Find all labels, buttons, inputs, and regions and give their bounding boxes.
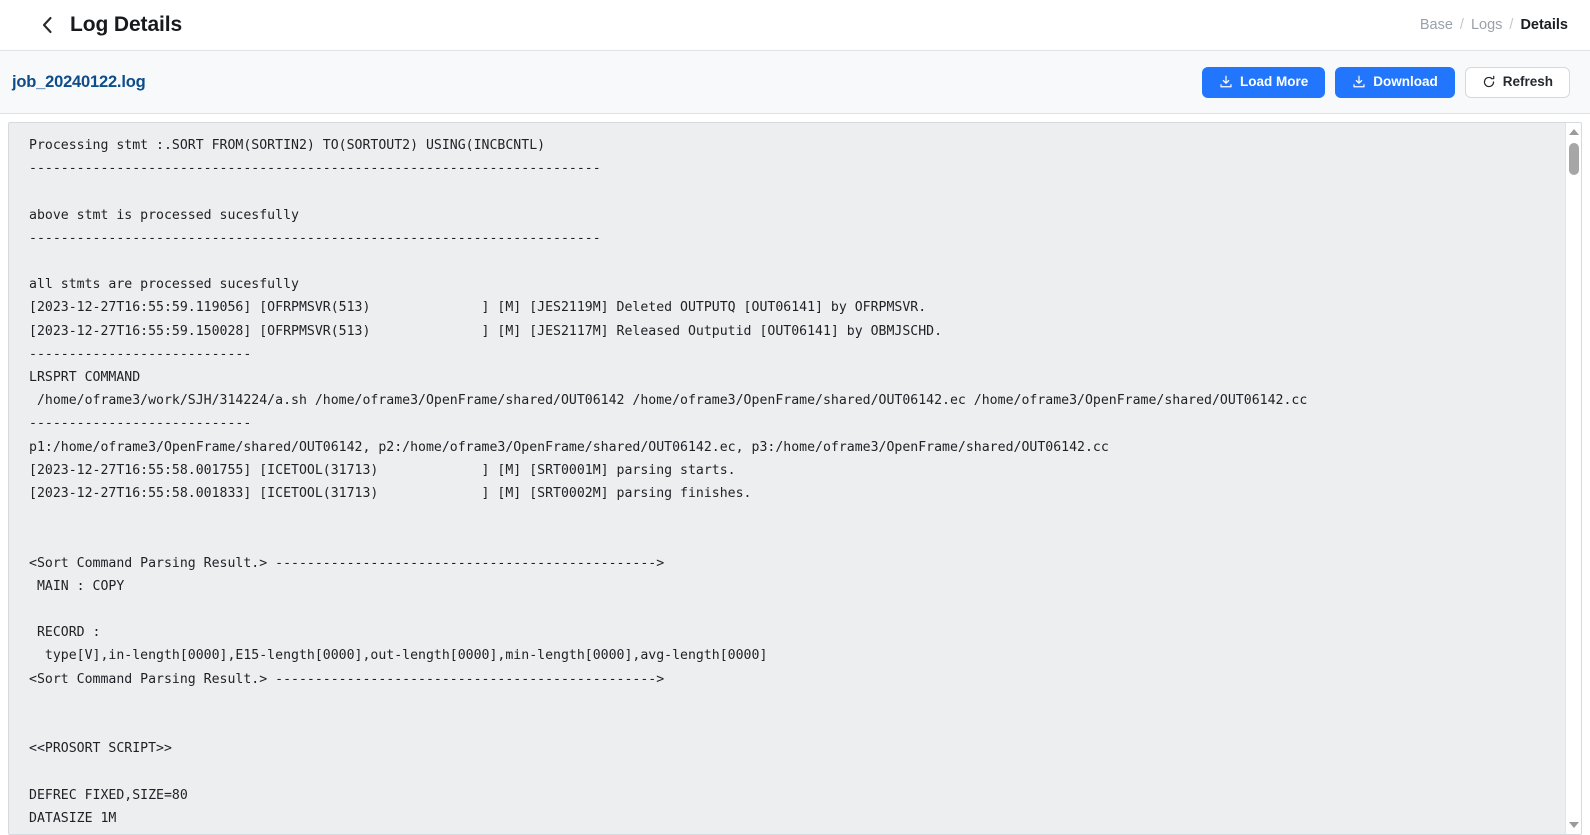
log-content: Processing stmt :.SORT FROM(SORTIN2) TO(… xyxy=(9,123,1564,834)
download-label: Download xyxy=(1373,75,1438,89)
breadcrumb-item-details: Details xyxy=(1520,17,1568,33)
chevron-left-icon xyxy=(41,16,53,34)
scrollbar-thumb[interactable] xyxy=(1569,143,1579,175)
log-filename[interactable]: job_20240122.log xyxy=(12,73,145,92)
breadcrumb-separator: / xyxy=(1509,17,1513,33)
page-header: Log Details Base / Logs / Details xyxy=(0,0,1590,51)
refresh-label: Refresh xyxy=(1503,75,1553,89)
breadcrumb-item-logs[interactable]: Logs xyxy=(1471,17,1502,33)
download-button[interactable]: Download xyxy=(1335,67,1455,98)
log-viewer-container: Processing stmt :.SORT FROM(SORTIN2) TO(… xyxy=(0,114,1590,835)
refresh-icon xyxy=(1482,75,1496,89)
breadcrumb-item-base[interactable]: Base xyxy=(1420,17,1453,33)
breadcrumb-separator: / xyxy=(1460,17,1464,33)
toolbar-actions: Load More Download Refresh xyxy=(1202,67,1570,98)
load-more-button[interactable]: Load More xyxy=(1202,67,1325,98)
back-button[interactable] xyxy=(34,12,60,38)
download-icon xyxy=(1352,75,1366,89)
log-toolbar: job_20240122.log Load More Download xyxy=(0,51,1590,114)
scrollbar-up-arrow[interactable] xyxy=(1566,124,1581,140)
page-title: Log Details xyxy=(70,13,182,37)
log-panel[interactable]: Processing stmt :.SORT FROM(SORTIN2) TO(… xyxy=(8,122,1582,835)
load-more-label: Load More xyxy=(1240,75,1308,89)
download-icon xyxy=(1219,75,1233,89)
refresh-button[interactable]: Refresh xyxy=(1465,67,1570,98)
log-scrollbar[interactable] xyxy=(1565,123,1581,834)
scrollbar-down-arrow[interactable] xyxy=(1566,817,1581,833)
breadcrumb: Base / Logs / Details xyxy=(1420,17,1568,33)
